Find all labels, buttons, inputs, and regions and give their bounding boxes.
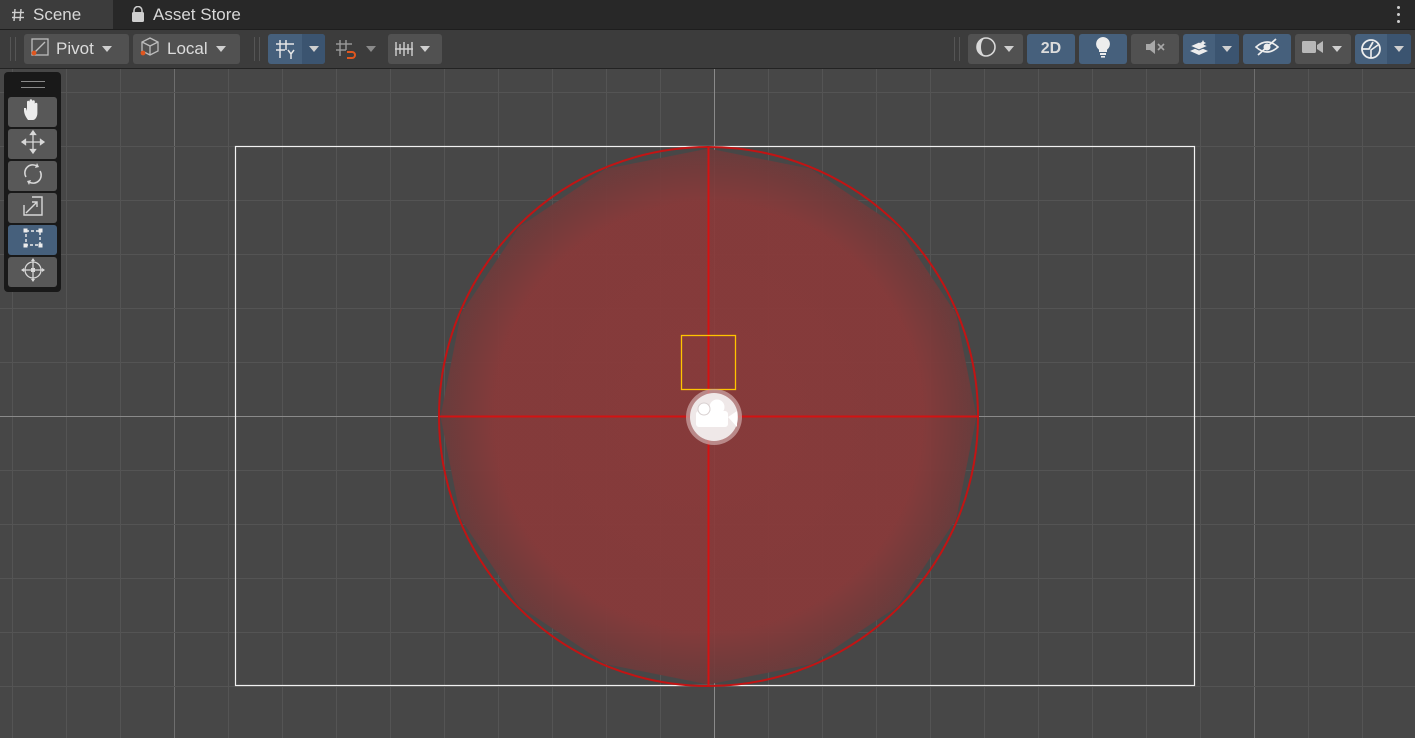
effects-toggle[interactable]	[1183, 34, 1239, 64]
transform-icon	[20, 257, 46, 288]
shaded-sphere-icon	[974, 35, 998, 64]
grid-options-dropdown[interactable]	[302, 34, 325, 64]
tab-scene[interactable]: Scene	[0, 0, 113, 29]
scale-tool-button[interactable]	[8, 193, 57, 223]
chevron-down-icon	[215, 46, 226, 52]
camera-settings-dropdown[interactable]	[1295, 34, 1351, 64]
local-dropdown[interactable]: Local	[133, 34, 240, 64]
rotate-tool-button[interactable]	[8, 161, 57, 191]
pivot-icon	[30, 37, 50, 62]
camera-icon[interactable]	[686, 389, 742, 445]
scene-canvas[interactable]	[0, 69, 1415, 738]
pivot-label: Pivot	[56, 39, 94, 58]
tab-label: Asset Store	[153, 4, 241, 24]
increment-snap-dropdown[interactable]	[388, 34, 442, 64]
local-label: Local	[167, 39, 208, 58]
mode-2d-toggle[interactable]: 2D	[1027, 34, 1075, 64]
grid-axis-icon	[268, 38, 302, 60]
scene-toolbar: Pivot Local 2D	[0, 30, 1415, 69]
gizmo-sphere-icon	[1355, 37, 1387, 61]
ruler-icon	[388, 38, 420, 60]
video-camera-icon	[1301, 38, 1325, 61]
eye-slash-icon	[1254, 37, 1280, 62]
pivot-dropdown[interactable]: Pivot	[24, 34, 129, 64]
audio-toggle[interactable]	[1131, 34, 1179, 64]
lightbulb-icon	[1094, 36, 1112, 63]
grid-snap-toggle[interactable]	[268, 34, 325, 64]
rect-tool-button[interactable]	[8, 225, 57, 255]
transform-tool-button[interactable]	[8, 257, 57, 287]
bag-icon	[130, 6, 146, 23]
chevron-down-icon	[1004, 46, 1014, 52]
tab-bar: Scene Asset Store	[0, 0, 1415, 30]
toolbar-grip[interactable]	[954, 37, 960, 61]
gizmos-dropdown[interactable]	[1387, 34, 1411, 64]
hash-icon	[10, 7, 26, 23]
rotate-icon	[21, 162, 45, 191]
chevron-down-icon	[1332, 46, 1342, 52]
move-arrows-icon	[20, 129, 46, 160]
toolbar-grip[interactable]	[254, 37, 260, 61]
hand-tool-button[interactable]	[8, 97, 57, 127]
draw-mode-dropdown[interactable]	[968, 34, 1023, 64]
scene-visibility-toggle[interactable]	[1243, 34, 1291, 64]
hand-icon	[22, 98, 44, 127]
chevron-down-icon	[420, 46, 430, 52]
chevron-down-icon	[101, 46, 112, 52]
lighting-toggle[interactable]	[1079, 34, 1127, 64]
effects-layers-icon	[1183, 38, 1215, 60]
scale-icon	[22, 195, 44, 222]
toolbar-grip[interactable]	[10, 37, 16, 61]
cube-icon	[139, 36, 161, 63]
audio-mute-icon	[1144, 37, 1166, 62]
snap-grid-icon	[330, 38, 360, 60]
effects-dropdown[interactable]	[1215, 34, 1239, 64]
overlay-grip[interactable]	[21, 81, 45, 88]
tab-label: Scene	[33, 4, 82, 24]
chevron-down-icon	[360, 46, 382, 52]
tab-asset-store[interactable]: Asset Store	[128, 0, 241, 29]
rect-transform-icon	[22, 227, 44, 254]
snap-increment-toggle[interactable]	[330, 34, 384, 64]
tools-overlay	[4, 72, 61, 292]
move-tool-button[interactable]	[8, 129, 57, 159]
gizmos-toggle[interactable]	[1355, 34, 1411, 64]
scene-viewport[interactable]	[0, 69, 1415, 738]
more-options-icon[interactable]	[1397, 6, 1401, 23]
